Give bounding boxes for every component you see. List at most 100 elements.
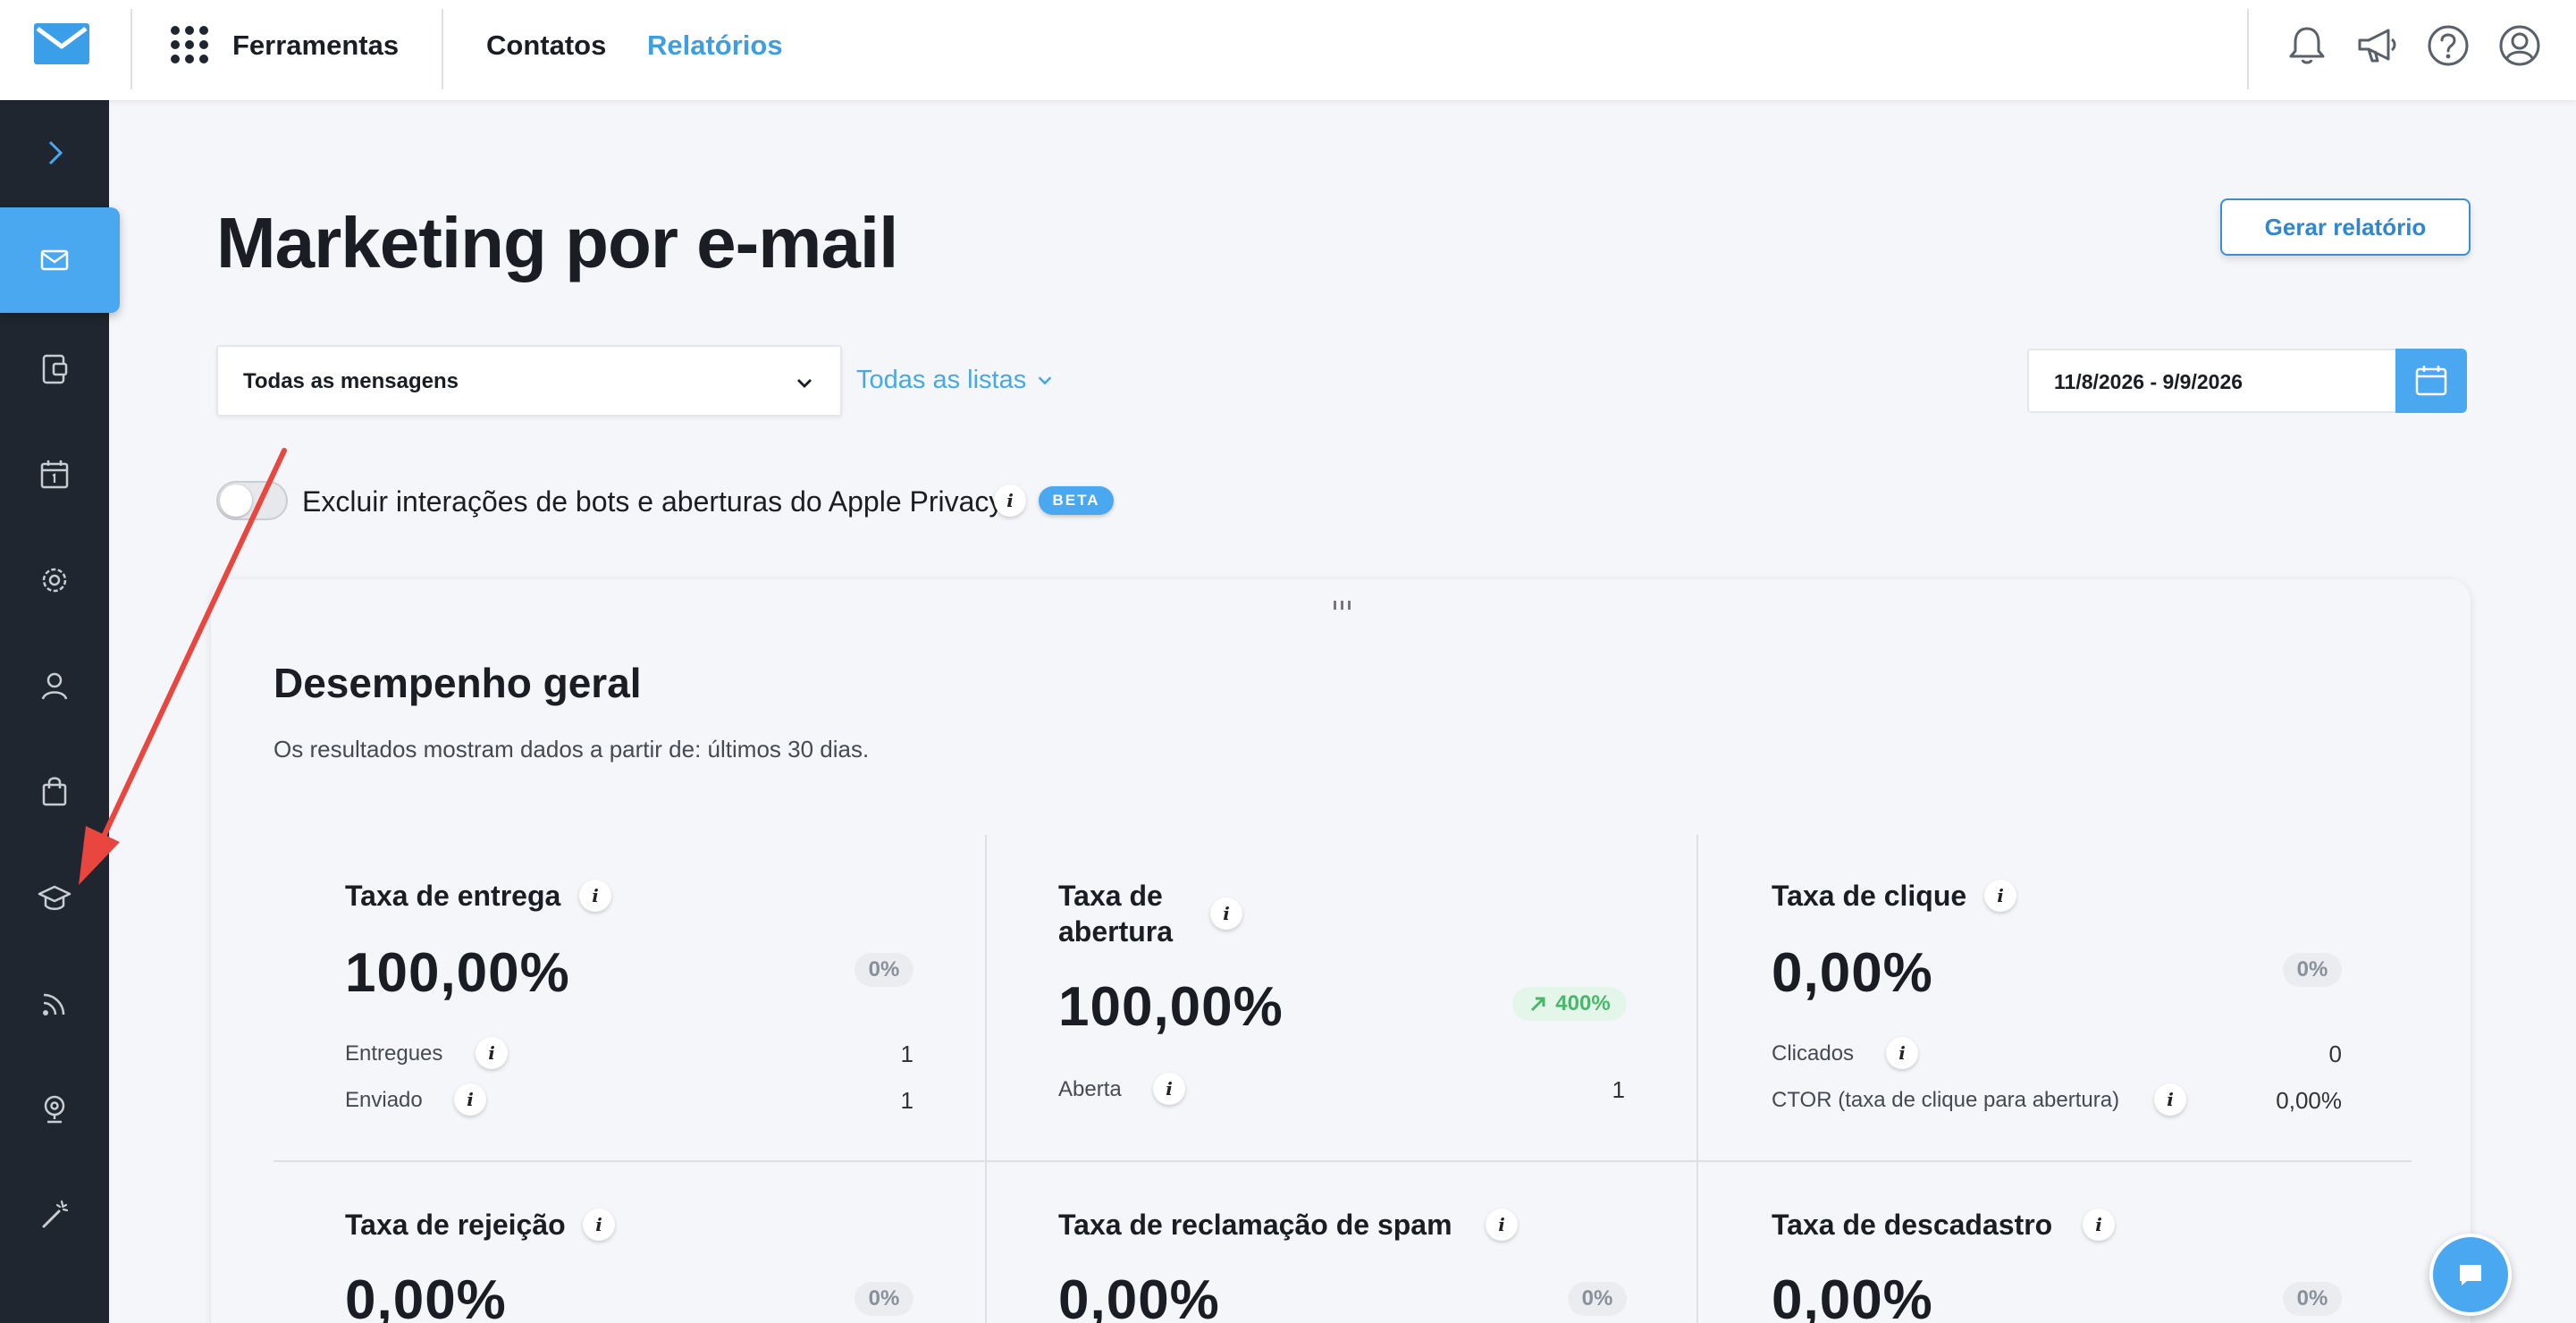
sidebar-item-ai-tools[interactable]: [0, 1162, 109, 1268]
exclude-bots-toggle[interactable]: [216, 481, 288, 520]
email-icon: [40, 249, 69, 271]
chat-bubble-icon: [2460, 1265, 2481, 1285]
landing-page-icon: [42, 354, 68, 384]
info-icon[interactable]: i: [994, 485, 1026, 517]
sidebar-item-email-marketing[interactable]: [0, 207, 120, 313]
exclude-bots-label: Excluir interações de bots e aberturas d…: [302, 485, 1004, 518]
rss-feed-icon: [43, 993, 65, 1015]
expand-chevron-icon: [48, 140, 63, 165]
nav-reports[interactable]: Relatórios: [647, 27, 783, 64]
chevron-down-icon: [797, 379, 812, 388]
date-range-input[interactable]: 11/8/2026 - 9/9/2026: [2027, 349, 2397, 413]
drag-handle-icon[interactable]: [1332, 599, 1353, 611]
trend-up-arrow-icon: [1531, 997, 1545, 1012]
opened-value: 1: [1612, 1076, 1625, 1103]
info-icon[interactable]: i: [583, 1209, 615, 1241]
generate-report-button[interactable]: Gerar relatório: [2220, 198, 2471, 256]
date-picker-button[interactable]: [2395, 349, 2467, 413]
metric-open-value: 100,00%: [1058, 976, 1284, 1038]
sidebar-item-landing-pages[interactable]: [0, 316, 109, 422]
chat-support-button[interactable]: [2429, 1234, 2512, 1316]
metric-unsubscribe-title: Taxa de descadastro: [1772, 1209, 2053, 1241]
date-range-value: 11/8/2026 - 9/9/2026: [2054, 370, 2243, 393]
automation-gear-icon: [42, 568, 67, 593]
apps-grid-icon[interactable]: [170, 25, 209, 64]
overview-subtitle: Os resultados mostram dados a partir de:…: [274, 736, 870, 763]
metric-unsubscribe-change-badge: 0%: [2283, 1282, 2342, 1316]
metric-unsubscribe-value: 0,00%: [1772, 1269, 1933, 1323]
sidebar-item-automation[interactable]: [0, 527, 109, 633]
grid-divider: [1696, 835, 1698, 1323]
user-profile-icon[interactable]: [2497, 23, 2542, 68]
grid-divider: [985, 835, 987, 1323]
beta-badge: BETA: [1039, 486, 1114, 515]
calendar-icon: [40, 460, 69, 489]
education-cap-icon: [38, 885, 72, 910]
metric-spam-value: 0,00%: [1058, 1269, 1220, 1323]
metric-open-change-badge: 400%: [1512, 987, 1627, 1021]
delivered-label: Entregues: [345, 1041, 443, 1066]
metric-spam-change-badge: 0%: [1568, 1282, 1627, 1316]
lists-dropdown[interactable]: Todas as listas: [856, 361, 1055, 399]
info-icon[interactable]: i: [454, 1083, 486, 1116]
nav-contacts[interactable]: Contatos: [486, 27, 606, 64]
shopping-bag-icon: [42, 777, 67, 806]
sidebar-expand[interactable]: [0, 100, 109, 206]
sidebar-item-rss[interactable]: [0, 951, 109, 1057]
clicked-value: 0: [2328, 1041, 2342, 1067]
metric-bounce-title: Taxa de rejeição: [345, 1209, 566, 1241]
metric-click-value: 0,00%: [1772, 942, 1933, 1004]
bell-icon[interactable]: [2285, 23, 2329, 68]
info-icon[interactable]: i: [1984, 880, 2016, 912]
info-icon[interactable]: i: [476, 1037, 508, 1069]
sent-label: Enviado: [345, 1088, 423, 1112]
sidebar-item-ecommerce[interactable]: [0, 738, 109, 844]
metric-delivery-change-badge: 0%: [854, 953, 913, 987]
delivered-value: 1: [900, 1041, 913, 1067]
topbar-divider: [130, 9, 132, 89]
sidebar-item-contacts[interactable]: [0, 633, 109, 738]
toggle-knob: [220, 485, 252, 517]
magic-wand-icon: [42, 1200, 69, 1228]
metric-bounce-change-badge: 0%: [854, 1282, 913, 1316]
sent-value: 1: [900, 1087, 913, 1114]
ctor-label: CTOR (taxa de clique para abertura): [1772, 1088, 2120, 1112]
info-icon[interactable]: i: [1486, 1209, 1518, 1241]
info-icon[interactable]: i: [1153, 1073, 1185, 1105]
webinar-icon: [44, 1095, 65, 1124]
contacts-person-icon: [41, 672, 68, 700]
brand-logo-icon[interactable]: [34, 23, 89, 64]
topbar-divider: [442, 9, 443, 89]
lists-dropdown-label: Todas as listas: [856, 366, 1027, 394]
metric-click-title: Taxa de clique: [1772, 880, 1967, 912]
sidebar-item-calendar[interactable]: [0, 422, 109, 527]
messages-select[interactable]: Todas as mensagens: [216, 345, 842, 417]
info-icon[interactable]: i: [1210, 897, 1242, 930]
metric-open-title-line1: Taxa de: [1058, 880, 1163, 912]
info-icon[interactable]: i: [2083, 1209, 2115, 1241]
topbar-divider: [2247, 9, 2249, 89]
overview-title: Desempenho geral: [274, 660, 642, 706]
sidebar-item-webinars[interactable]: [0, 1057, 109, 1162]
sidebar-item-courses[interactable]: [0, 846, 109, 951]
grid-divider: [274, 1160, 2412, 1162]
metric-bounce-value: 0,00%: [345, 1269, 507, 1323]
ctor-value: 0,00%: [2276, 1087, 2342, 1114]
opened-label: Aberta: [1058, 1077, 1122, 1101]
info-icon[interactable]: i: [1886, 1037, 1918, 1069]
info-icon[interactable]: i: [579, 880, 611, 912]
calendar-icon: [2415, 366, 2447, 396]
chevron-down-icon: [1038, 376, 1052, 385]
page-title: Marketing por e-mail: [216, 203, 898, 282]
messages-select-value: Todas as mensagens: [243, 369, 459, 393]
metric-click-change-badge: 0%: [2283, 953, 2342, 987]
metric-open-change-value: 400%: [1555, 991, 1611, 1015]
megaphone-icon[interactable]: [2354, 23, 2399, 68]
overview-card: Desempenho geral Os resultados mostram d…: [211, 579, 2471, 1323]
metric-open-title-line2: abertura: [1058, 915, 1174, 948]
top-bar: Ferramentas Contatos Relatórios: [0, 0, 2576, 100]
help-icon[interactable]: [2426, 23, 2471, 68]
info-icon[interactable]: i: [2154, 1083, 2186, 1116]
tools-menu[interactable]: Ferramentas: [232, 27, 399, 64]
metric-delivery-title: Taxa de entrega: [345, 880, 561, 912]
